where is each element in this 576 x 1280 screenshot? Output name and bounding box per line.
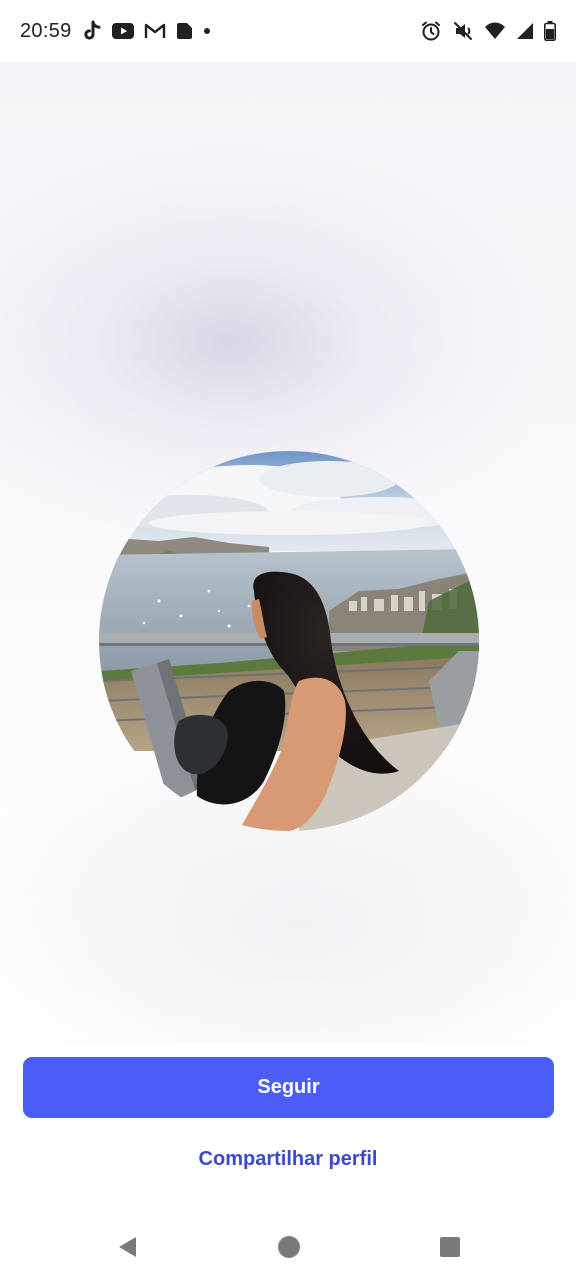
status-left: 20:59 bbox=[20, 20, 211, 43]
follow-button[interactable]: Seguir bbox=[23, 1057, 554, 1118]
status-bar: 20:59 bbox=[0, 0, 576, 62]
battery-icon bbox=[544, 21, 556, 41]
profile-screen: 20:59 Seguir Compartilhar perfil bbox=[0, 0, 576, 1280]
share-profile-link[interactable]: Compartilhar perfil bbox=[0, 1148, 576, 1171]
back-icon[interactable] bbox=[115, 1234, 141, 1260]
signal-icon bbox=[516, 22, 534, 40]
gmail-icon bbox=[144, 23, 166, 39]
youtube-icon bbox=[111, 23, 134, 39]
alarm-icon bbox=[420, 20, 442, 42]
recents-icon[interactable] bbox=[437, 1234, 463, 1260]
home-icon[interactable] bbox=[276, 1234, 302, 1260]
status-time: 20:59 bbox=[20, 19, 72, 42]
wifi-icon bbox=[484, 22, 506, 40]
app-icon bbox=[176, 22, 193, 40]
profile-avatar[interactable] bbox=[99, 451, 479, 831]
status-right bbox=[420, 20, 556, 42]
tiktok-icon bbox=[82, 20, 102, 42]
navigation-bar bbox=[0, 1212, 576, 1280]
dot-icon bbox=[203, 27, 211, 35]
mute-icon bbox=[452, 20, 474, 42]
